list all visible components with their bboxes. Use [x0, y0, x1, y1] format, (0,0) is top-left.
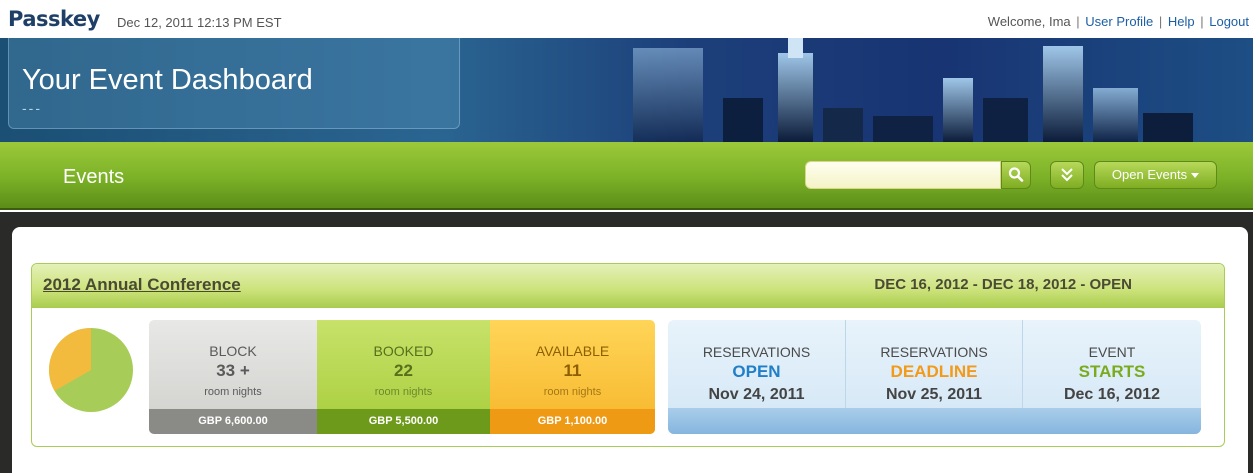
page-title: Your Event Dashboard: [22, 64, 313, 96]
page-subtitle: ---: [22, 100, 42, 116]
block-amount: GBP 6,600.00: [149, 409, 317, 434]
booked-unit: room nights: [374, 386, 433, 398]
user-bar: Welcome, Ima | User Profile | Help | Log…: [988, 14, 1249, 29]
caret-down-icon: [1191, 173, 1200, 179]
block-stat: BLOCK 33 + room nights GBP 6,600.00: [149, 320, 317, 434]
booked-value: 22: [394, 361, 413, 380]
header-banner: Your Event Dashboard ---: [0, 38, 1253, 142]
event-header: 2012 Annual Conference DEC 16, 2012 - DE…: [32, 264, 1224, 308]
nav-title: Events: [63, 166, 125, 188]
help-link[interactable]: Help: [1168, 14, 1195, 29]
event-panel: 2012 Annual Conference DEC 16, 2012 - DE…: [31, 263, 1225, 447]
event-starts-column: EVENT STARTS Dec 16, 2012: [1023, 320, 1201, 408]
column-date: Nov 24, 2011: [708, 386, 805, 403]
available-value: 11: [563, 361, 582, 380]
booked-amount: GBP 5,500.00: [317, 409, 490, 434]
reservations-open-column: RESERVATIONS OPEN Nov 24, 2011: [668, 320, 845, 408]
column-status: DEADLINE: [890, 362, 978, 381]
available-unit: room nights: [543, 386, 602, 398]
booked-label: BOOKED: [373, 343, 434, 359]
welcome-text: Welcome, Ima: [987, 14, 1071, 29]
column-date: Dec 16, 2012: [1063, 386, 1161, 403]
reservations-deadline-column: RESERVATIONS DEADLINE Nov 25, 2011: [846, 320, 1022, 408]
events-nav-bar: Events Open Events: [0, 142, 1253, 210]
event-name-link[interactable]: 2012 Annual Conference: [43, 275, 241, 295]
available-amount: GBP 1,100.00: [490, 409, 655, 434]
top-bar: Passkey Dec 12, 2011 12:13 PM EST Welcom…: [0, 0, 1253, 38]
user-profile-link[interactable]: User Profile: [1085, 14, 1153, 29]
available-label: AVAILABLE: [535, 343, 610, 359]
event-dates-status: DEC 16, 2012 - DEC 18, 2012 - OPEN: [874, 276, 1132, 293]
column-date: Nov 25, 2011: [885, 386, 983, 403]
separator: |: [1200, 14, 1204, 29]
search-icon: [1008, 167, 1024, 182]
separator: |: [1076, 14, 1080, 29]
open-events-dropdown[interactable]: Open Events: [1094, 161, 1217, 189]
column-title: RESERVATIONS: [702, 344, 811, 360]
current-datetime: Dec 12, 2011 12:13 PM EST: [117, 15, 282, 30]
column-status: OPEN: [732, 362, 781, 381]
block-label: BLOCK: [209, 343, 257, 359]
search-input[interactable]: [805, 161, 1001, 189]
available-stat: AVAILABLE 11 room nights GBP 1,100.00: [490, 320, 655, 434]
block-unit: room nights: [204, 386, 262, 398]
booked-stat: BOOKED 22 room nights GBP 5,500.00: [317, 320, 490, 434]
column-status: STARTS: [1078, 362, 1146, 381]
column-title: RESERVATIONS: [880, 344, 988, 360]
timeline-bar: [668, 408, 1201, 434]
double-chevron-down-icon: [1061, 168, 1073, 182]
block-value: 33 +: [216, 361, 250, 380]
expand-filters-button[interactable]: [1050, 161, 1084, 189]
separator: |: [1158, 14, 1163, 29]
open-events-label: Open Events: [1111, 167, 1188, 182]
column-title: EVENT: [1088, 344, 1136, 360]
room-nights-pie-chart: [49, 328, 133, 412]
search-button[interactable]: [1001, 161, 1031, 189]
reservation-timeline: RESERVATIONS OPEN Nov 24, 2011 RESERVATI…: [668, 320, 1201, 434]
logout-link[interactable]: Logout: [1209, 14, 1249, 29]
city-skyline-image: [633, 38, 1193, 142]
passkey-logo[interactable]: Passkey: [8, 7, 100, 31]
